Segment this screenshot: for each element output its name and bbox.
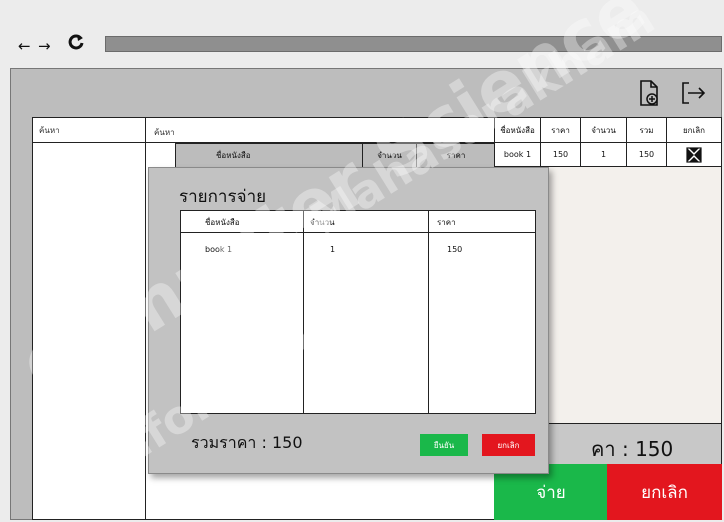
center-search-input[interactable]: ค้นหา (145, 117, 495, 143)
modal-header-qty: จำนวน (304, 211, 428, 233)
left-search-placeholder: ค้นหา (39, 126, 60, 135)
order-header-book: ชื่อหนังสือ (494, 117, 541, 143)
order-remove-button[interactable] (666, 142, 722, 167)
back-button[interactable]: ← (18, 36, 31, 56)
order-header-price: ราคา (540, 117, 581, 143)
modal-header-price: ราคา (429, 211, 535, 233)
result-header-book: ชื่อหนังสือ (175, 143, 363, 168)
center-search-placeholder: ค้นหา (154, 128, 175, 137)
confirm-button[interactable]: ยืนยัน (420, 434, 468, 456)
modal-total: รวมราคา : 150 (191, 433, 303, 452)
modal-cell-price: 150 (447, 245, 463, 254)
document-add-icon[interactable] (636, 78, 662, 108)
forward-button[interactable]: → (38, 36, 51, 56)
order-cell-book: book 1 (494, 142, 541, 167)
modal-cell-qty: 1 (330, 245, 336, 254)
modal-cell-book: book 1 (205, 245, 233, 254)
reload-icon[interactable] (67, 34, 85, 52)
payment-modal: รายการจ่าย ชื่อหนังสือ book 1 จำนวน 1 รา… (148, 167, 549, 474)
result-header-qty: จำนวน (362, 143, 417, 168)
total-text: คา : 150 (591, 437, 674, 461)
result-header-price: ราคา (416, 143, 496, 168)
modal-col-price: ราคา 150 (428, 210, 536, 414)
close-box-icon[interactable] (686, 146, 702, 163)
order-cell-sum: 150 (626, 142, 667, 167)
logout-arrow-icon[interactable] (680, 80, 708, 106)
address-bar[interactable] (105, 36, 722, 52)
order-header-cancel: ยกเลิก (666, 117, 722, 143)
modal-col-qty: จำนวน 1 (303, 210, 429, 414)
cancel-order-button[interactable]: ยกเลิก (607, 464, 722, 520)
modal-col-book: ชื่อหนังสือ book 1 (180, 210, 304, 414)
modal-title: รายการจ่าย (179, 187, 267, 207)
modal-header-book: ชื่อหนังสือ (181, 211, 303, 233)
modal-cancel-button[interactable]: ยกเลิก (482, 434, 535, 456)
left-search-input[interactable]: ค้นหา (32, 117, 146, 143)
left-list-panel (32, 142, 146, 520)
order-header-sum: รวม (626, 117, 667, 143)
order-cell-price: 150 (540, 142, 581, 167)
order-cell-qty: 1 (580, 142, 627, 167)
order-header-qty: จำนวน (580, 117, 627, 143)
